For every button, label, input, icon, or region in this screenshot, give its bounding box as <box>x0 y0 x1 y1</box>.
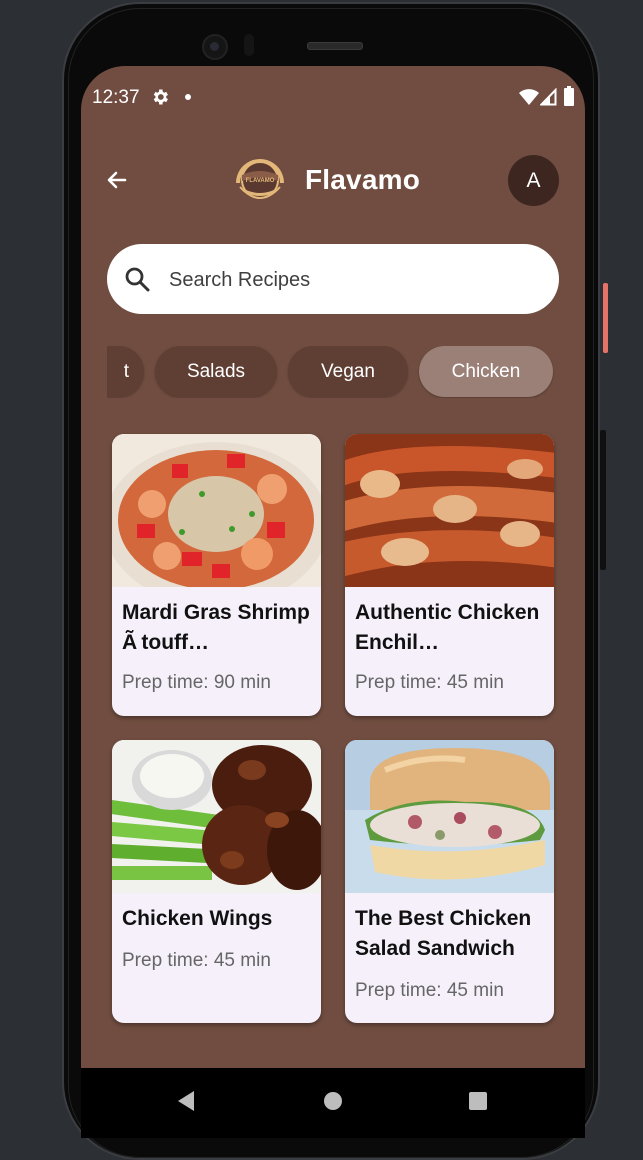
category-chip-vegan[interactable]: Vegan <box>288 346 408 397</box>
nav-home-icon[interactable] <box>324 1092 342 1110</box>
battery-icon <box>564 86 574 106</box>
status-time: 12:37 <box>92 87 140 108</box>
notification-dot <box>185 94 191 100</box>
recipe-prep-time: Prep time: 90 min <box>122 672 271 693</box>
earpiece-speaker <box>307 42 363 50</box>
wifi-icon <box>519 89 539 105</box>
proximity-sensor <box>244 34 254 56</box>
recipe-card[interactable]: The Best Chicken Salad Sandwich Prep tim… <box>345 740 554 1023</box>
category-chip[interactable]: t <box>107 346 144 397</box>
recipe-card[interactable]: Mardi Gras Shrimp Ã touff… Prep time: 90… <box>112 434 321 716</box>
nav-back-icon[interactable] <box>176 1090 196 1112</box>
chip-label: t <box>123 360 129 382</box>
category-chip-salads[interactable]: Salads <box>155 346 277 397</box>
category-chips: t Salads Vegan Chicken <box>107 346 559 398</box>
recipe-card[interactable]: Chicken Wings Prep time: 45 min <box>112 740 321 1023</box>
recipe-title: Authentic Chicken Enchil… <box>355 601 540 654</box>
volume-button[interactable] <box>600 430 606 570</box>
avatar[interactable]: A <box>508 155 559 206</box>
svg-text:FLAVAMO: FLAVAMO <box>246 178 275 184</box>
recipe-image-shrimp <box>112 434 321 587</box>
app-title: Flavamo <box>305 164 420 195</box>
recipe-image-sandwich <box>345 740 554 893</box>
app-screen: 12:37 FLAVAMO Flavamo A t Salads Vegan C… <box>81 66 585 1130</box>
front-camera <box>202 34 228 60</box>
recipe-image-enchiladas <box>345 434 554 587</box>
search-icon <box>125 267 150 292</box>
signal-icon <box>540 88 557 106</box>
system-nav-bar <box>81 1068 585 1138</box>
back-arrow-icon[interactable] <box>105 168 129 192</box>
search-bar[interactable] <box>107 244 559 314</box>
recipe-prep-time: Prep time: 45 min <box>355 980 504 1001</box>
app-header: FLAVAMO Flavamo A <box>81 150 585 210</box>
chip-label: Salads <box>186 360 246 382</box>
chip-label: Vegan <box>321 360 375 382</box>
nav-recents-icon[interactable] <box>469 1092 487 1110</box>
flavamo-logo: FLAVAMO <box>236 159 284 199</box>
avatar-letter: A <box>526 168 541 192</box>
category-chip-chicken[interactable]: Chicken <box>419 346 553 397</box>
gear-icon <box>153 89 168 105</box>
recipe-title: The Best Chicken Salad Sandwich <box>355 907 532 960</box>
status-bar: 12:37 <box>81 66 585 128</box>
recipe-title: Mardi Gras Shrimp Ã touff… <box>122 601 310 654</box>
recipe-prep-time: Prep time: 45 min <box>355 672 504 693</box>
recipe-image-wings <box>112 740 321 893</box>
power-button[interactable] <box>603 283 608 353</box>
recipe-title: Chicken Wings <box>122 907 273 930</box>
recipe-prep-time: Prep time: 45 min <box>122 950 271 971</box>
search-input[interactable] <box>167 258 541 302</box>
recipe-card[interactable]: Authentic Chicken Enchil… Prep time: 45 … <box>345 434 554 716</box>
chip-label: Chicken <box>451 360 521 382</box>
